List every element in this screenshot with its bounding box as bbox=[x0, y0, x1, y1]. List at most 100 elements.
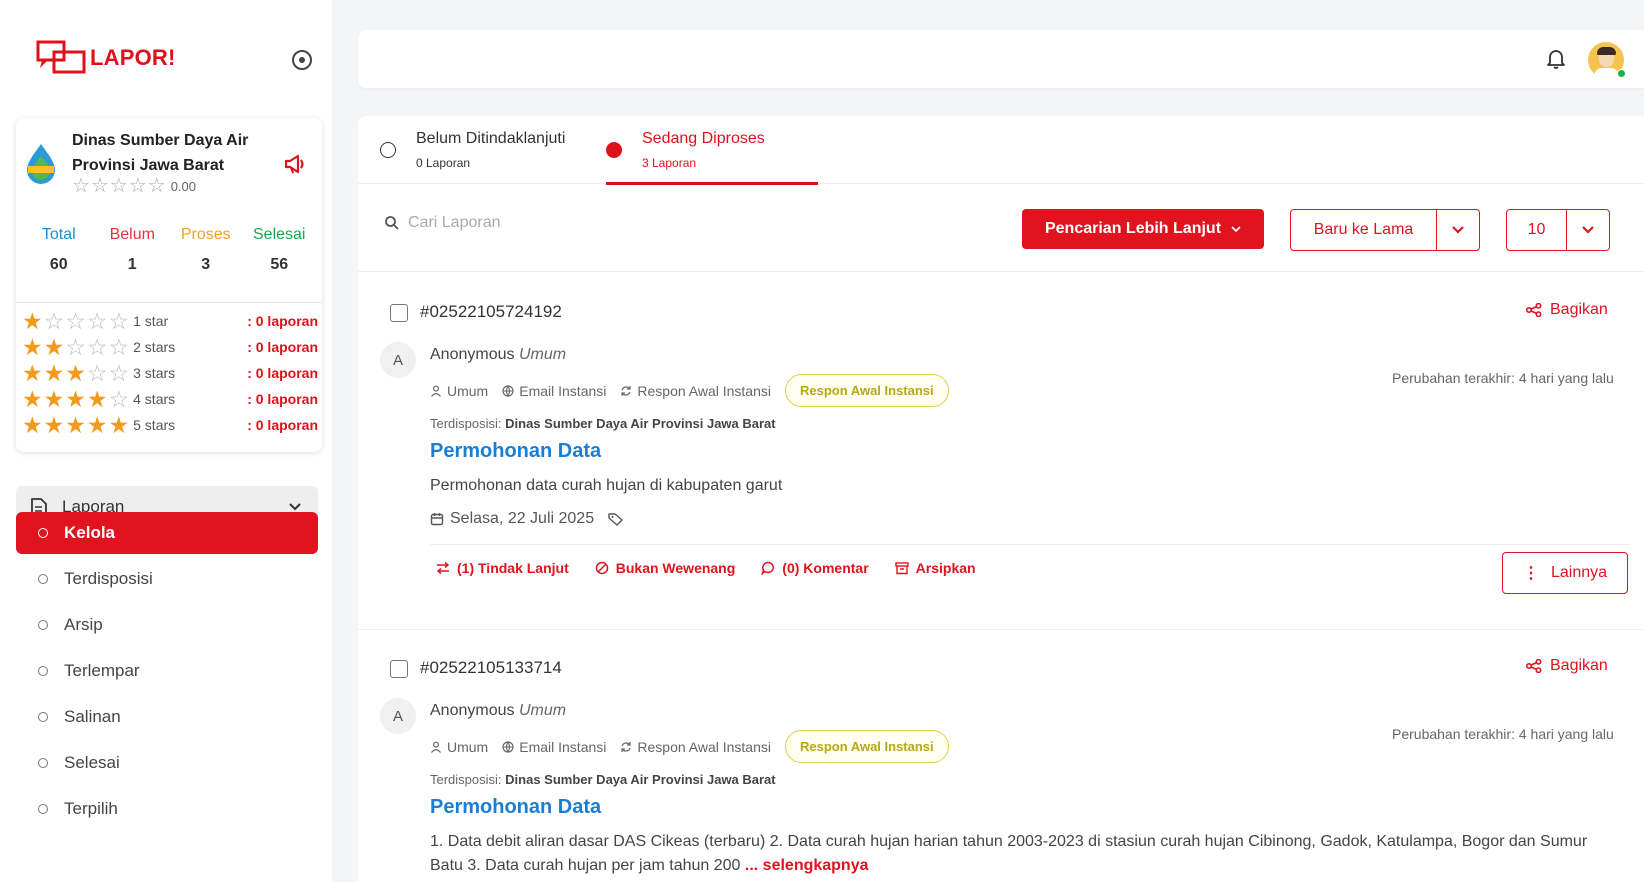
follow-up-label: (1) Tindak Lanjut bbox=[457, 560, 569, 576]
last-changed: Perubahan terakhir: 4 hari yang lalu bbox=[1392, 726, 1614, 742]
more-options-label: Lainnya bbox=[1550, 564, 1608, 581]
disposition: Terdisposisi: Dinas Sumber Daya Air Prov… bbox=[430, 772, 776, 787]
ban-icon bbox=[595, 561, 608, 575]
sidebar-item-salinan[interactable]: Salinan bbox=[16, 696, 318, 738]
star-empty-icon: ☆ bbox=[72, 175, 90, 197]
circle-icon bbox=[38, 758, 48, 768]
star-level-count[interactable]: : 0 laporan bbox=[247, 365, 318, 381]
calendar-icon bbox=[430, 513, 444, 526]
star-level-count[interactable]: : 0 laporan bbox=[247, 417, 318, 433]
report-title-link[interactable]: Permohonan Data bbox=[430, 440, 601, 463]
comment-button[interactable]: (0) Komentar bbox=[761, 560, 869, 576]
globe-icon bbox=[502, 740, 514, 753]
stat-label-proses: Proses bbox=[180, 226, 231, 243]
author-category: Umum bbox=[518, 346, 567, 363]
star-filled-icon: ★ bbox=[65, 359, 86, 386]
report-stats: Total Belum Proses Selesai 60 1 3 56 bbox=[16, 226, 322, 274]
star-level-count[interactable]: : 0 laporan bbox=[247, 313, 318, 329]
lapor-logo-icon bbox=[36, 40, 86, 74]
stat-value-belum: 1 bbox=[127, 256, 137, 273]
report-title-link[interactable]: Permohonan Data bbox=[430, 796, 601, 819]
star-rating: ★ ★ ★ ★ ★ bbox=[22, 411, 130, 438]
star-empty-icon: ☆ bbox=[86, 359, 108, 386]
archive-icon bbox=[894, 562, 909, 575]
org-rating-value: 0.00 bbox=[170, 178, 196, 194]
tab-title: Sedang Diproses bbox=[642, 130, 765, 147]
star-filled-icon: ★ bbox=[86, 385, 108, 412]
sidebar-item-selesai[interactable]: Selesai bbox=[16, 742, 318, 784]
not-authorized-button[interactable]: Bukan Wewenang bbox=[595, 560, 735, 576]
sidebar-item-terlempar[interactable]: Terlempar bbox=[16, 650, 318, 692]
sidebar-item-terdisposisi[interactable]: Terdisposisi bbox=[16, 558, 318, 600]
star-filled-icon: ★ bbox=[108, 411, 130, 438]
sidebar-item-label: Arsip bbox=[64, 615, 103, 634]
share-button[interactable]: Bagikan bbox=[1526, 301, 1608, 319]
chevron-down-icon bbox=[1582, 226, 1594, 234]
report-id: #02522105133714 bbox=[420, 658, 562, 677]
star-empty-icon: ☆ bbox=[108, 359, 130, 386]
disposition-label: Terdisposisi: bbox=[430, 772, 502, 787]
more-options-button[interactable]: ⋮ Lainnya bbox=[1502, 552, 1628, 594]
tab-count: 0 Laporan bbox=[416, 156, 471, 170]
star-rating: ★ ★ ☆ ☆ ☆ bbox=[22, 333, 130, 360]
advanced-search-button[interactable]: Pencarian Lebih Lanjut bbox=[1022, 209, 1264, 249]
app-logo-text: LAPOR! bbox=[90, 45, 176, 70]
report-checkbox[interactable] bbox=[390, 660, 408, 678]
star-empty-icon: ☆ bbox=[109, 175, 128, 197]
read-more-link[interactable]: ... selengkapnya bbox=[745, 857, 869, 874]
star-breakdown-row: ★ ☆ ☆ ☆ ☆ 1 star: 0 laporan bbox=[22, 308, 318, 334]
star-empty-icon: ☆ bbox=[65, 333, 86, 360]
sort-select[interactable]: Baru ke Lama bbox=[1290, 209, 1480, 251]
per-page-select[interactable]: 10 bbox=[1506, 209, 1610, 251]
report-description: Permohonan data curah hujan di kabupaten… bbox=[430, 477, 783, 494]
tab-count: 3 Laporan bbox=[642, 156, 697, 170]
share-button[interactable]: Bagikan bbox=[1526, 657, 1608, 675]
megaphone-icon[interactable] bbox=[284, 154, 306, 174]
chevron-down-icon bbox=[1231, 226, 1241, 233]
report-checkbox[interactable] bbox=[390, 304, 408, 322]
star-filled-icon: ★ bbox=[22, 411, 43, 438]
meta-channel-label: Email Instansi bbox=[519, 382, 607, 399]
sidebar-item-terpilih[interactable]: Terpilih bbox=[16, 788, 318, 830]
circle-icon bbox=[38, 620, 48, 630]
star-filled-icon: ★ bbox=[43, 359, 65, 386]
tag-icon[interactable] bbox=[608, 512, 624, 526]
tab-sedang-diproses[interactable]: Sedang Diproses 3 Laporan bbox=[606, 116, 787, 184]
star-empty-icon: ☆ bbox=[108, 333, 130, 360]
online-status-indicator bbox=[1617, 69, 1626, 78]
sidebar: LAPOR! Dinas Sumber Daya Air Provinsi Ja… bbox=[0, 0, 332, 882]
star-empty-icon: ☆ bbox=[86, 333, 108, 360]
org-logo-icon bbox=[27, 144, 55, 184]
star-level-label: 2 stars bbox=[133, 339, 176, 355]
meta-channel-label: Email Instansi bbox=[519, 738, 607, 755]
refresh-icon bbox=[621, 741, 631, 752]
star-level-label: 1 star bbox=[133, 313, 169, 329]
filter-bar: Cari Laporan Pencarian Lebih Lanjut Baru… bbox=[358, 184, 1644, 272]
sort-value: Baru ke Lama bbox=[1291, 210, 1437, 250]
star-level-label: 4 stars bbox=[133, 391, 176, 407]
sidebar-item-label: Terdisposisi bbox=[64, 569, 153, 588]
tab-belum-ditindaklanjuti[interactable]: Belum Ditindaklanjuti 0 Laporan bbox=[380, 116, 565, 184]
app-logo[interactable]: LAPOR! bbox=[36, 40, 176, 76]
chevron-down-icon bbox=[1452, 226, 1464, 234]
bell-icon[interactable] bbox=[1546, 48, 1566, 70]
org-name-line1: Dinas Sumber Daya Air bbox=[72, 132, 249, 149]
sidebar-item-kelola[interactable]: Kelola bbox=[16, 512, 318, 554]
star-level-count[interactable]: : 0 laporan bbox=[247, 339, 318, 355]
swap-icon bbox=[436, 562, 450, 574]
archive-button[interactable]: Arsipkan bbox=[894, 560, 976, 576]
star-level-count[interactable]: : 0 laporan bbox=[247, 391, 318, 407]
follow-up-button[interactable]: (1) Tindak Lanjut bbox=[436, 560, 569, 576]
share-label: Bagikan bbox=[1550, 657, 1608, 674]
tab-title: Belum Ditindaklanjuti bbox=[416, 130, 566, 147]
sidebar-toggle-icon[interactable] bbox=[292, 50, 312, 70]
star-empty-icon: ☆ bbox=[86, 307, 108, 334]
search-input[interactable]: Cari Laporan bbox=[384, 214, 501, 232]
star-filled-icon: ★ bbox=[65, 385, 86, 412]
search-placeholder: Cari Laporan bbox=[408, 214, 501, 231]
meta-category-label: Umum bbox=[447, 738, 489, 755]
star-breakdown-row: ★ ★ ★ ★ ★ 5 stars: 0 laporan bbox=[22, 412, 318, 438]
report-actions: (1) Tindak Lanjut Bukan Wewenang (0) Kom… bbox=[436, 560, 1002, 576]
circle-icon bbox=[38, 712, 48, 722]
sidebar-item-arsip[interactable]: Arsip bbox=[16, 604, 318, 646]
